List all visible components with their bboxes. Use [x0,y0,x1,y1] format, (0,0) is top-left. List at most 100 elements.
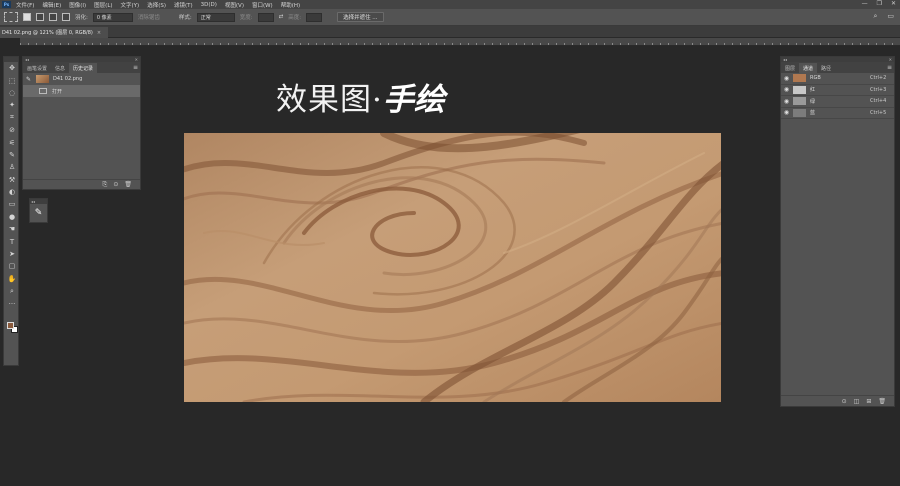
close-window-icon[interactable]: ✕ [891,0,896,7]
wood-texture-image[interactable] [184,133,721,402]
history-brush-tool-icon[interactable]: ⚒ [4,174,20,186]
history-brush-source-icon[interactable]: ✎ [26,76,32,83]
crop-tool-icon[interactable]: ⌗ [4,112,20,124]
menu-3d[interactable]: 3D(D) [201,2,217,8]
workspace-icon[interactable]: ▭ [887,12,894,21]
feather-input[interactable]: 0 像素 [92,12,133,22]
gradient-tool-icon[interactable]: ▭ [4,198,20,210]
blur-tool-icon[interactable]: ● [4,211,20,223]
visibility-eye-icon[interactable]: ◉ [781,75,792,82]
document-tab-bar: D41 02.png @ 121% (图层 0, RGB/8) × [0,26,900,38]
channel-shortcut: Ctrl+5 [870,109,887,116]
window-controls: — ❐ ✕ [862,0,896,7]
photoshop-logo[interactable]: Ps [2,1,11,8]
history-panel: ◂◂ ✕ 画笔设置 信息 历史记录 ≡ ✎ D41 02.png 打开 ⎘ ⊙ 🗑 [22,56,141,190]
lasso-tool-icon[interactable]: ◌ [4,87,20,99]
menu-file[interactable]: 文件(F) [16,1,34,9]
eyedropper-tool-icon[interactable]: ⊘ [4,124,20,136]
menu-edit[interactable]: 编辑(E) [42,1,61,9]
tab-channels[interactable]: 通道 [799,63,818,73]
antialias-checkbox[interactable]: 消除锯齿 [138,13,160,21]
restore-icon[interactable]: ❐ [877,0,882,7]
stamp-tool-icon[interactable]: ♙ [4,161,20,173]
more-tools-icon[interactable]: ··· [4,297,20,309]
marquee-tool-icon[interactable]: ⬚ [4,74,20,86]
load-selection-icon[interactable]: ⊙ [842,398,847,405]
new-channel-icon[interactable]: ⊞ [866,398,871,405]
menu-bar: Ps 文件(F) 编辑(E) 图像(I) 图层(L) 文字(Y) 选择(S) 滤… [0,0,900,9]
intersect-selection-icon[interactable] [62,13,70,21]
brush-preset-icon[interactable]: ✎ [30,204,47,222]
hand-tool-icon[interactable]: ✋ [4,273,20,285]
document-tab-title: D41 02.png @ 121% (图层 0, RGB/8) [2,30,93,36]
channels-panel-tabs: 图层 通道 路径 ≡ [781,62,894,73]
visibility-eye-icon[interactable]: ◉ [781,109,792,116]
subtract-selection-icon[interactable] [49,13,57,21]
channel-row-blue[interactable]: ◉ 蓝 Ctrl+5 [781,108,894,119]
menu-filter[interactable]: 滤镜(T) [174,1,193,9]
history-panel-tabs: 画笔设置 信息 历史记录 ≡ [23,62,140,73]
menu-window[interactable]: 窗口(W) [252,1,273,9]
channel-thumbnail [793,74,806,83]
dodge-tool-icon[interactable]: ☚ [4,223,20,235]
tab-history[interactable]: 历史记录 [69,63,98,73]
tab-paths[interactable]: 路径 [817,63,835,73]
add-selection-icon[interactable] [36,13,44,21]
new-snapshot-icon[interactable]: ⊙ [113,181,118,188]
channel-shortcut: Ctrl+3 [870,86,887,93]
menu-view[interactable]: 视图(V) [225,1,244,9]
search-icon[interactable]: ⌕ [873,12,877,21]
options-bar: 羽化: 0 像素 消除锯齿 样式: 正常 宽度: ⇄ 高度: 选择并遮住 ...… [0,9,900,26]
style-select[interactable]: 正常 [196,12,235,22]
healing-tool-icon[interactable]: ⚟ [4,136,20,148]
delete-channel-icon[interactable]: 🗑 [878,398,886,405]
type-tool-icon[interactable]: T [4,235,20,247]
swap-icon[interactable]: ⇄ [279,14,284,20]
channels-footer: ⊙ ◫ ⊞ 🗑 [781,395,894,406]
zoom-tool-icon[interactable]: ⌕ [4,285,20,297]
history-state[interactable]: 打开 [23,85,140,97]
channel-row-green[interactable]: ◉ 绿 Ctrl+4 [781,96,894,108]
new-document-from-state-icon[interactable]: ⎘ [103,181,108,189]
tab-info[interactable]: 信息 [51,63,69,73]
height-label: 高度: [288,15,302,21]
select-and-mask-button[interactable]: 选择并遮住 ... [337,12,384,22]
new-selection-icon[interactable] [23,13,31,21]
panel-menu-icon[interactable]: ≡ [133,64,138,71]
channel-row-rgb[interactable]: ◉ RGB Ctrl+2 [781,73,894,85]
history-snapshot[interactable]: ✎ D41 02.png [23,73,140,85]
menu-help[interactable]: 帮助(H) [281,1,300,9]
visibility-eye-icon[interactable]: ◉ [781,86,792,93]
menu-select[interactable]: 选择(S) [147,1,166,9]
save-selection-icon[interactable]: ◫ [854,398,860,405]
shape-tool-icon[interactable]: ▢ [4,260,20,272]
close-tab-icon[interactable]: × [97,30,101,36]
channels-menu-icon[interactable]: ≡ [887,64,892,71]
channel-row-red[interactable]: ◉ 红 Ctrl+3 [781,85,894,96]
channel-name: 蓝 [810,110,816,117]
path-selection-tool-icon[interactable]: ➤ [4,248,20,260]
tab-brush-settings[interactable]: 画笔设置 [23,63,51,73]
horizontal-ruler[interactable] [20,38,900,46]
menu-layer[interactable]: 图层(L) [94,1,112,9]
document-tab[interactable]: D41 02.png @ 121% (图层 0, RGB/8) × [0,27,108,38]
channel-thumbnail [793,85,806,94]
menu-image[interactable]: 图像(I) [69,1,86,9]
visibility-eye-icon[interactable]: ◉ [781,98,792,105]
menu-type[interactable]: 文字(Y) [121,1,140,9]
eraser-tool-icon[interactable]: ◐ [4,186,20,198]
marquee-preset-icon[interactable] [4,12,18,22]
delete-state-icon[interactable]: 🗑 [124,181,132,188]
canvas-title-script: 手绘 [382,82,445,118]
channel-name: 红 [810,87,816,94]
feather-label: 羽化: [75,15,88,21]
magic-wand-tool-icon[interactable]: ✦ [4,99,20,111]
brush-tool-icon[interactable]: ✎ [4,149,20,161]
height-input[interactable] [306,12,323,22]
foreground-color-swatch[interactable] [7,322,14,329]
move-tool-icon[interactable]: ✥ [4,62,20,74]
minimize-icon[interactable]: — [862,0,868,7]
canvas-title-main: 效果图· [276,82,383,118]
tab-layers[interactable]: 图层 [781,63,799,73]
width-input[interactable] [257,12,274,22]
